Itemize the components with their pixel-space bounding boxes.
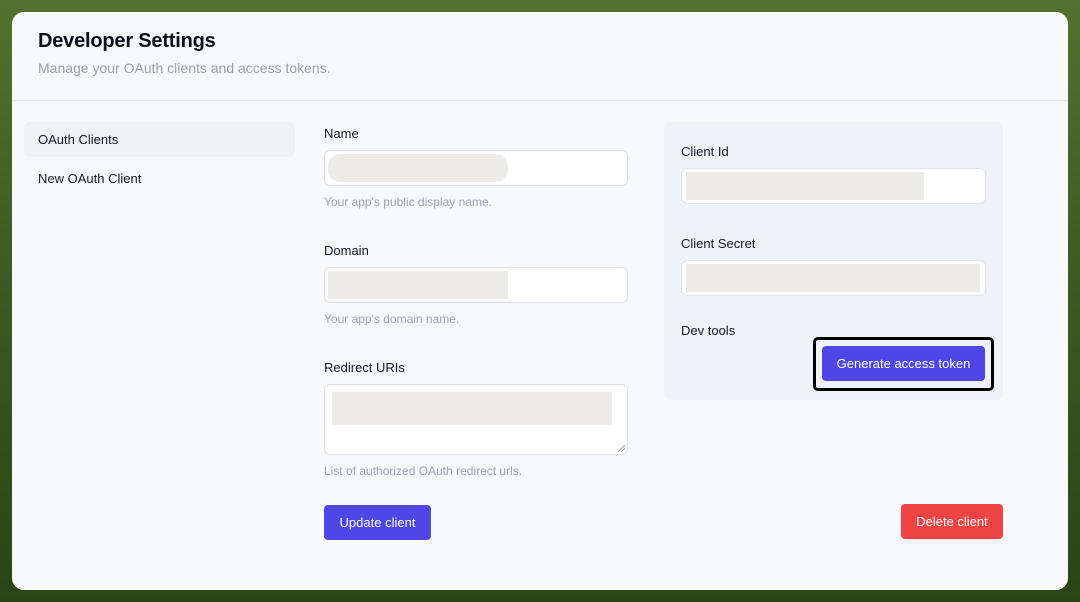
page-subtitle: Manage your OAuth clients and access tok…	[38, 60, 331, 76]
redacted-value	[686, 264, 980, 292]
domain-help-text: Your app's domain name.	[324, 312, 460, 326]
domain-label: Domain	[324, 243, 369, 258]
resize-handle-icon[interactable]	[618, 445, 625, 452]
dev-tools-label: Dev tools	[681, 323, 736, 338]
redacted-value	[332, 392, 612, 425]
name-field[interactable]	[324, 150, 628, 186]
update-client-button[interactable]: Update client	[324, 505, 431, 540]
client-credentials-panel: Client Id Client Secret Dev tools Genera…	[664, 122, 1003, 400]
redirect-uris-textarea[interactable]	[324, 384, 628, 455]
generate-access-token-button[interactable]: Generate access token	[822, 346, 985, 381]
page-header: Developer Settings Manage your OAuth cli…	[12, 12, 1068, 101]
sidebar-item-new-oauth-client[interactable]: New OAuth Client	[24, 161, 295, 196]
redirect-uris-label: Redirect URIs	[324, 360, 405, 375]
domain-field[interactable]	[324, 267, 628, 303]
redacted-value	[686, 172, 924, 200]
sidebar-item-label: OAuth Clients	[38, 132, 119, 147]
client-id-field[interactable]	[681, 168, 986, 204]
developer-settings-window: Developer Settings Manage your OAuth cli…	[12, 12, 1068, 590]
redacted-value	[328, 271, 508, 299]
page-title: Developer Settings	[38, 30, 216, 52]
client-secret-label: Client Secret	[681, 236, 756, 251]
redirect-uris-help-text: List of authorized OAuth redirect urls.	[324, 464, 523, 478]
sidebar-item-label: New OAuth Client	[38, 171, 142, 186]
redacted-value	[328, 154, 508, 182]
client-secret-field[interactable]	[681, 260, 986, 296]
delete-client-button[interactable]: Delete client	[901, 504, 1003, 539]
name-help-text: Your app's public display name.	[324, 195, 492, 209]
client-id-label: Client Id	[681, 144, 729, 159]
sidebar-item-oauth-clients[interactable]: OAuth Clients	[24, 122, 295, 157]
name-label: Name	[324, 126, 359, 141]
